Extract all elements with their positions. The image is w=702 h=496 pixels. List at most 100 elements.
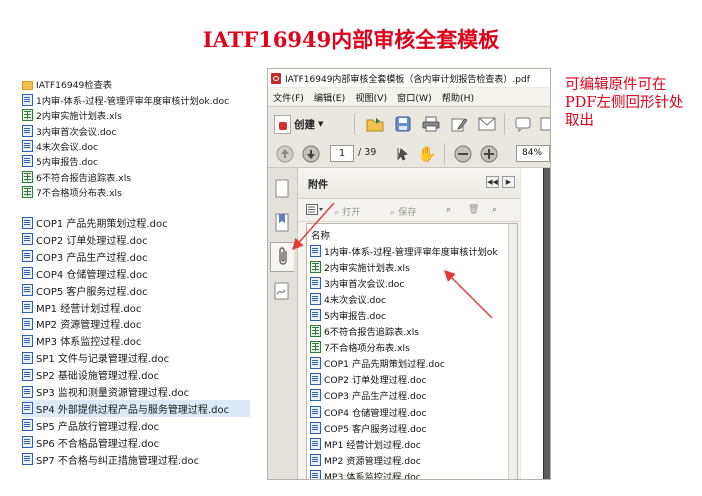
next-page-button[interactable] (300, 143, 322, 165)
attachment-row[interactable]: COP4 仓储管理过程.doc (310, 404, 427, 419)
attachment-row[interactable]: 2内审实施计划表.xls (310, 259, 410, 274)
menu-item[interactable]: 文件(F) (268, 90, 309, 104)
print-button[interactable] (420, 113, 442, 135)
attachments-panel: 附件 ◀◀ ▶ ⌕ 打开 ⌕ 保存 ⌕ 🗑 ⌕ 名称 1内审-体系-过程-管理评… (298, 168, 520, 480)
file-name: COP3 产品生产过程.doc (36, 252, 148, 264)
attachment-name: 6不符合报告追踪表.xls (324, 327, 420, 338)
attachment-name: COP5 客户服务过程.doc (324, 423, 427, 435)
comment-button[interactable] (512, 113, 534, 135)
attachment-row[interactable]: COP5 客户服务过程.doc (310, 420, 427, 435)
open-folder-button[interactable] (364, 113, 386, 135)
attachment-row[interactable]: MP2 资源管理过程.doc (310, 452, 421, 467)
attachment-row[interactable]: 4末次会议.doc (310, 291, 386, 306)
attachments-list: 名称 1内审-体系-过程-管理评审年度审核计划ok 2内审实施计划表.xls 3内审… (306, 223, 518, 480)
file-item[interactable]: 4末次会议.doc (22, 138, 252, 154)
toolbar-divider (354, 113, 355, 135)
file-item[interactable]: COP5 客户服务过程.doc (22, 282, 252, 299)
menu-item[interactable]: 帮助(H) (437, 90, 479, 104)
folder-item[interactable]: IATF16949检查表 (22, 76, 252, 92)
folder-label: IATF16949检查表 (36, 80, 112, 91)
file-item[interactable]: MP1 经营计划过程.doc (22, 299, 252, 316)
attachment-row[interactable]: MP3 体系监控过程.doc (310, 468, 421, 480)
save-attachment-button[interactable]: ⌕ 保存 (390, 204, 416, 218)
menu-item[interactable]: 编辑(E) (309, 90, 350, 104)
menu-item[interactable]: 窗口(W) (392, 90, 437, 104)
signatures-button[interactable] (270, 276, 294, 306)
page-thumbnails-button[interactable] (270, 174, 294, 204)
file-item[interactable]: SP6 不合格品管理过程.doc (22, 434, 252, 451)
file-item[interactable]: SP2 基础设施管理过程.doc (22, 366, 252, 383)
delete-attachment-button[interactable]: 🗑 (468, 204, 480, 215)
file-item[interactable]: 2内审实施计划表.xls (22, 107, 252, 123)
previous-page-button[interactable] (274, 143, 296, 165)
attachment-row[interactable]: 7不合格项分布表.xls (310, 340, 410, 355)
word-file-icon (310, 244, 321, 257)
attachment-name: 2内审实施计划表.xls (324, 262, 410, 274)
open-folder-icon (366, 118, 384, 132)
menu-item[interactable]: 视图(V) (350, 90, 392, 104)
file-item[interactable]: SP4 外部提供过程产品与服务管理过程.doc (22, 399, 250, 417)
document-view[interactable] (521, 168, 550, 479)
attachment-row[interactable]: 6不符合报告追踪表.xls (310, 324, 419, 339)
file-item[interactable]: COP3 产品生产过程.doc (22, 248, 252, 265)
email-button[interactable] (476, 113, 498, 135)
attachment-row[interactable]: MP1 经营计划过程.doc (310, 436, 421, 451)
file-item[interactable]: SP3 监视和测量资源管理过程.doc (22, 383, 252, 400)
file-item[interactable]: 6不符合报告追踪表.xls (22, 169, 252, 185)
file-item[interactable]: SP7 不合格与纠正措施管理过程.doc (22, 451, 252, 468)
file-item[interactable]: COP4 仓储管理过程.doc (22, 265, 252, 282)
word-file-icon (22, 334, 33, 347)
add-attachment-button[interactable]: ⌕ (446, 204, 451, 215)
attachment-row[interactable]: COP2 订单处理过程.doc (310, 372, 427, 387)
file-name: MP1 经营计划过程.doc (36, 303, 142, 315)
attachments-button[interactable] (270, 242, 294, 272)
attachment-row[interactable]: 5内审报告.doc (310, 307, 386, 322)
file-name: SP5 产品放行管理过程.doc (36, 421, 160, 433)
attachment-row[interactable]: COP3 产品生产过程.doc (310, 388, 427, 403)
panel-options-button[interactable]: ▶ (502, 176, 515, 188)
column-header-name[interactable]: 名称 (311, 228, 330, 242)
document-page (521, 168, 544, 479)
file-name: SP6 不合格品管理过程.doc (36, 438, 160, 450)
zoom-out-button[interactable] (452, 143, 474, 165)
search-attachment-button[interactable]: ⌕ (492, 204, 497, 215)
page-number-input[interactable]: 1 (330, 145, 354, 162)
attachments-scrollbar[interactable] (508, 224, 517, 479)
word-file-icon (22, 368, 33, 381)
file-item[interactable]: 1内审-体系-过程-管理评审年度审核计划ok.doc (22, 92, 252, 108)
attachment-row[interactable]: 3内审首次会议.doc (310, 275, 404, 290)
attachment-name: MP3 体系监控过程.doc (324, 471, 421, 480)
options-menu-button[interactable] (306, 204, 324, 219)
file-name: COP2 订单处理过程.doc (36, 235, 148, 247)
attachment-row[interactable]: 1内审-体系-过程-管理评审年度审核计划ok (310, 243, 498, 258)
open-attachment-button[interactable]: ⌕ 打开 (334, 204, 360, 218)
word-file-icon (310, 453, 321, 466)
bookmarks-button[interactable] (270, 208, 294, 238)
select-tool-button[interactable] (392, 143, 414, 165)
file-name: MP3 体系监控过程.doc (36, 337, 142, 349)
more-tools-button[interactable] (536, 113, 550, 135)
file-item[interactable]: 3内审首次会议.doc (22, 123, 252, 139)
create-button[interactable]: 创建 ▼ (274, 113, 323, 135)
file-item[interactable]: MP3 体系监控过程.doc (22, 332, 252, 349)
add-attachment-icon: ⌕ (446, 204, 452, 215)
file-item[interactable]: SP1 文件与记录管理过程.doc (22, 349, 252, 366)
edit-button[interactable] (448, 113, 470, 135)
word-file-icon (310, 437, 321, 450)
file-item[interactable]: COP2 订单处理过程.doc (22, 231, 252, 248)
zoom-input[interactable]: 84% (516, 145, 550, 162)
file-item[interactable]: 5内审报告.doc (22, 153, 252, 169)
save-button[interactable] (392, 113, 414, 135)
hand-tool-button[interactable]: ✋ (416, 143, 438, 165)
file-item[interactable]: COP1 产品先期策划过程.doc (22, 214, 252, 231)
word-file-icon (310, 405, 321, 418)
zoom-in-button[interactable] (478, 143, 500, 165)
excel-file-icon (22, 170, 33, 183)
file-item[interactable]: MP2 资源管理过程.doc (22, 315, 252, 332)
word-file-icon (310, 421, 321, 434)
file-item[interactable]: 7不合格项分布表.xls (22, 184, 252, 200)
file-item[interactable]: SP5 产品放行管理过程.doc (22, 417, 252, 434)
collapse-panel-button[interactable]: ◀◀ (486, 176, 499, 188)
attachment-row[interactable]: COP1 产品先期策划过程.doc (310, 356, 445, 371)
toolbar-divider (504, 113, 505, 135)
